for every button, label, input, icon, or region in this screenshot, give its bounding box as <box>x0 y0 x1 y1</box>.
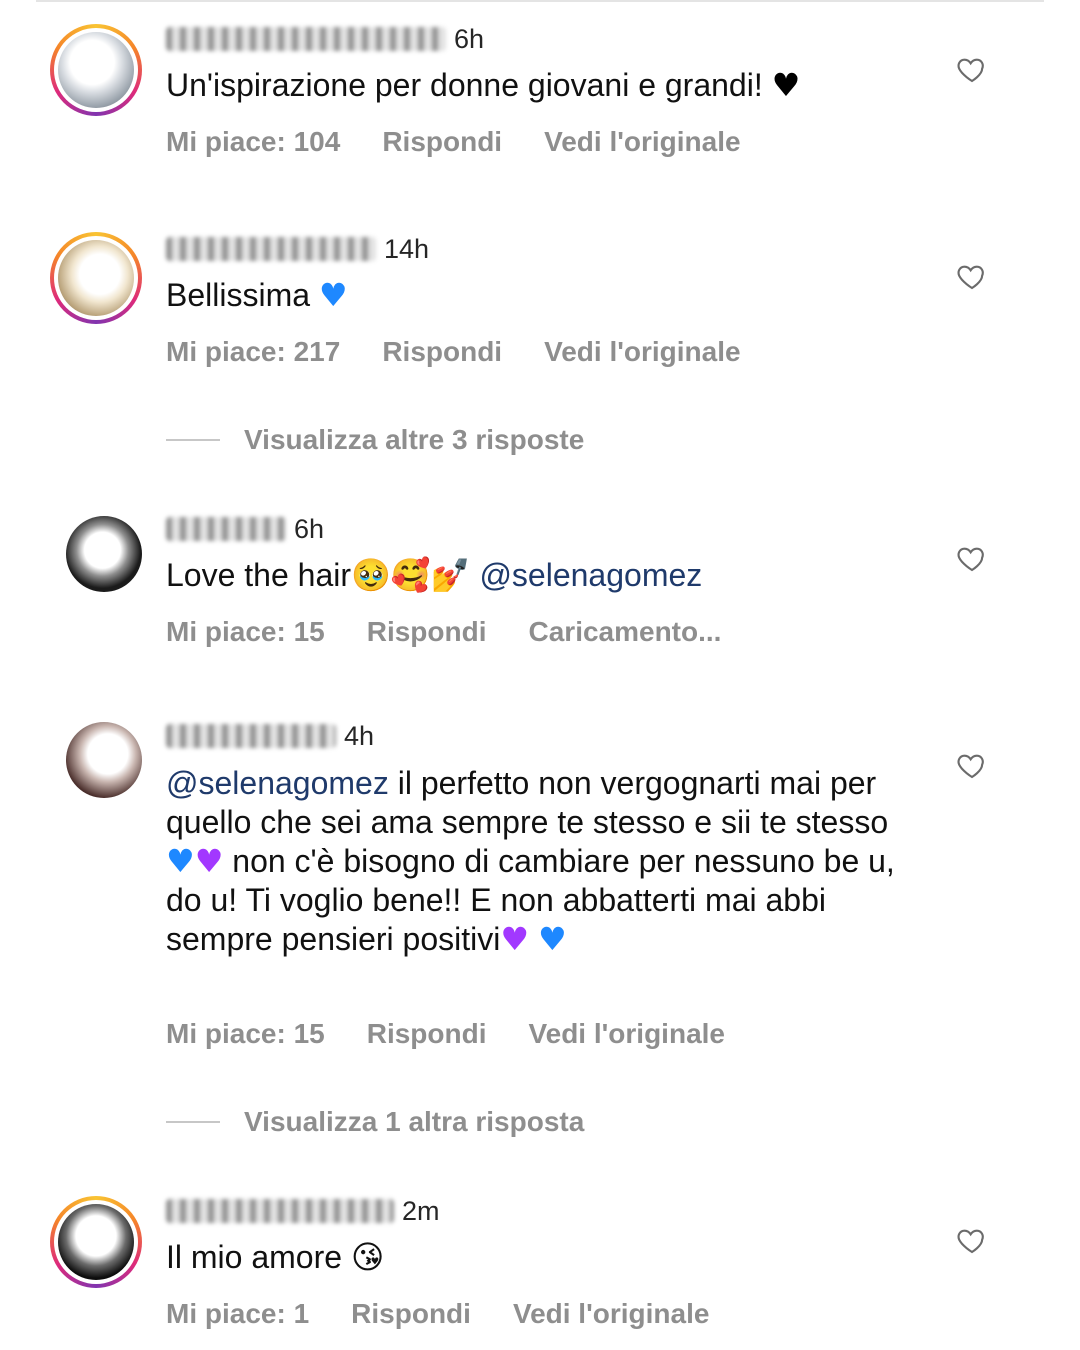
comment-actions: Mi piace: 1 Rispondi Vedi l'originale <box>166 1298 709 1330</box>
see-original-button[interactable]: Vedi l'originale <box>544 336 741 368</box>
likes-count-button[interactable]: Mi piace: 1 <box>166 1298 309 1330</box>
view-more-replies-label[interactable]: Visualizza altre 3 risposte <box>244 424 584 456</box>
comment-actions: Mi piace: 15 Rispondi Caricamento... <box>166 616 721 648</box>
avatar[interactable] <box>66 722 142 798</box>
comment-header: 6h <box>166 512 324 546</box>
comment-text: Il mio amore 😘 <box>166 1238 384 1277</box>
reply-button[interactable]: Rispondi <box>382 126 502 158</box>
top-divider <box>36 0 1044 2</box>
comment-body: Bellissima <box>166 277 311 313</box>
avatar[interactable] <box>66 516 142 592</box>
comment-time: 4h <box>344 720 375 751</box>
emoji-group: 🥹🥰💅 <box>351 556 471 594</box>
blue-heart-emoji: ♥ <box>318 276 348 314</box>
heart-outline-icon[interactable] <box>955 542 989 574</box>
view-more-replies-label[interactable]: Visualizza 1 altra risposta <box>244 1106 584 1138</box>
comment-time: 6h <box>294 513 325 544</box>
see-original-button[interactable]: Vedi l'originale <box>529 1018 726 1050</box>
avatar[interactable] <box>50 1196 142 1288</box>
username-blurred[interactable] <box>166 1199 394 1223</box>
mention-link[interactable]: @selenagomez <box>166 765 389 801</box>
username-blurred[interactable] <box>166 237 376 261</box>
comment-header: 2m <box>166 1194 440 1228</box>
likes-count-button[interactable]: Mi piace: 104 <box>166 126 340 158</box>
comment-actions: Mi piace: 217 Rispondi Vedi l'originale <box>166 336 741 368</box>
comment-body: Love the hair <box>166 557 352 593</box>
replies-line <box>166 1121 220 1123</box>
comment-body: Il mio amore <box>166 1239 343 1275</box>
comment-text: Bellissima ♥ <box>166 276 348 315</box>
heart-outline-icon[interactable] <box>955 53 989 85</box>
comment-time: 2m <box>402 1195 440 1226</box>
view-more-replies-2[interactable]: Visualizza 1 altra risposta <box>166 1106 584 1138</box>
purple-heart-emoji: ♥ <box>500 920 530 958</box>
reply-button[interactable]: Rispondi <box>367 1018 487 1050</box>
avatar[interactable] <box>50 232 142 324</box>
username-blurred[interactable] <box>166 724 336 748</box>
comment-header: 14h <box>166 232 429 266</box>
kiss-emoji: 😘 <box>350 1238 385 1276</box>
mention-link[interactable]: @selenagomez <box>479 557 702 593</box>
heart-outline-icon[interactable] <box>955 1224 989 1256</box>
likes-count-button[interactable]: Mi piace: 15 <box>166 616 325 648</box>
reply-button[interactable]: Rispondi <box>351 1298 471 1330</box>
comment-text: Un'ispirazione per donne giovani e grand… <box>166 66 800 105</box>
reply-button[interactable]: Rispondi <box>367 616 487 648</box>
see-original-button[interactable]: Vedi l'originale <box>544 126 741 158</box>
comment-header: 4h <box>166 719 374 753</box>
blue-heart-emoji: ♥ <box>166 842 195 880</box>
comment-time: 6h <box>454 23 485 54</box>
heart-outline-icon[interactable] <box>955 749 989 781</box>
username-blurred[interactable] <box>166 27 446 51</box>
comment-body-part-2: non c'è bisogno di cambiare per nessuno … <box>166 843 895 957</box>
likes-count-button[interactable]: Mi piace: 217 <box>166 336 340 368</box>
comment-actions: Mi piace: 104 Rispondi Vedi l'originale <box>166 126 741 158</box>
replies-line <box>166 439 220 441</box>
likes-count-button[interactable]: Mi piace: 15 <box>166 1018 325 1050</box>
comment-body: Un'ispirazione per donne giovani e grand… <box>166 67 763 103</box>
username-blurred[interactable] <box>166 517 286 541</box>
black-heart-emoji: ♥ <box>771 66 801 104</box>
reply-button[interactable]: Rispondi <box>382 336 502 368</box>
purple-heart-emoji: ♥ <box>194 842 224 880</box>
see-original-button[interactable]: Vedi l'originale <box>513 1298 710 1330</box>
view-more-replies-1[interactable]: Visualizza altre 3 risposte <box>166 424 584 456</box>
comment-text: Love the hair🥹🥰💅 @selenagomez <box>166 556 702 595</box>
comment-actions: Mi piace: 15 Rispondi Vedi l'originale <box>166 1018 725 1050</box>
loading-label: Caricamento... <box>528 616 722 647</box>
comment-header: 6h <box>166 22 484 56</box>
comment-text: @selenagomez il perfetto non vergognarti… <box>166 764 926 959</box>
heart-outline-icon[interactable] <box>955 260 989 292</box>
avatar[interactable] <box>50 24 142 116</box>
comment-time: 14h <box>384 233 430 264</box>
blue-heart-emoji: ♥ <box>537 920 567 958</box>
